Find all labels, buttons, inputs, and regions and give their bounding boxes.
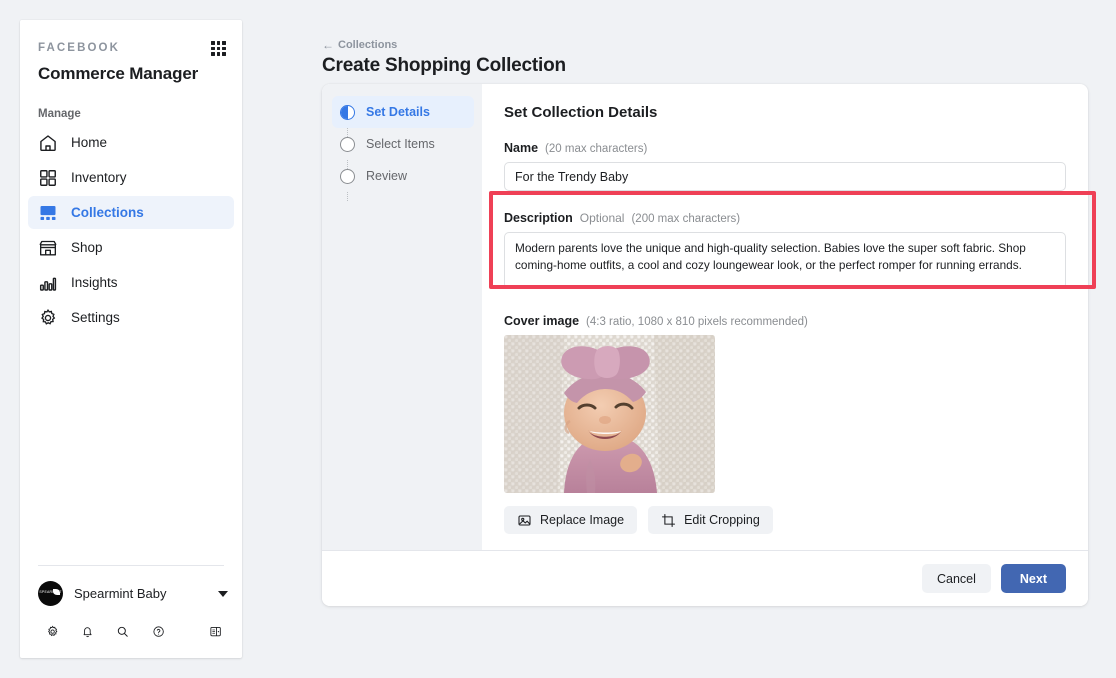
sidebar-header: FACEBOOK Commerce Manager bbox=[20, 20, 242, 84]
name-label: Name bbox=[504, 141, 539, 155]
replace-image-label: Replace Image bbox=[540, 513, 625, 527]
avatar: SPEARMINT bbox=[38, 581, 63, 606]
sidebar-item-label: Collections bbox=[71, 205, 144, 220]
description-hint: (200 max characters) bbox=[631, 213, 741, 225]
sidebar-item-label: Home bbox=[71, 135, 108, 150]
sidebar-divider bbox=[38, 565, 224, 566]
panel-toggle-icon[interactable] bbox=[209, 625, 222, 644]
page-app-title: Commerce Manager bbox=[38, 64, 199, 83]
step-status-icon-empty bbox=[340, 136, 355, 152]
sidebar-item-home[interactable]: Home bbox=[28, 126, 234, 159]
help-icon[interactable] bbox=[152, 625, 165, 644]
edit-cropping-button[interactable]: Edit Cropping bbox=[648, 506, 773, 534]
sidebar-section-label: Manage bbox=[38, 108, 81, 120]
step-review[interactable]: Review bbox=[332, 160, 474, 192]
cover-image-field-label: Cover image (4:3 ratio, 1080 x 810 pixel… bbox=[504, 314, 1066, 328]
main-content: ← Collections Create Shopping Collection… bbox=[242, 0, 1116, 678]
name-input[interactable] bbox=[504, 162, 1066, 191]
image-icon bbox=[517, 513, 532, 528]
sidebar-item-label: Settings bbox=[71, 310, 120, 325]
step-status-icon-half bbox=[340, 104, 355, 120]
breadcrumb[interactable]: ← Collections bbox=[322, 39, 397, 51]
set-details-panel: Set Collection Details Name (20 max char… bbox=[482, 84, 1088, 606]
name-hint: (20 max characters) bbox=[545, 143, 648, 155]
sidebar-item-inventory[interactable]: Inventory bbox=[28, 161, 234, 194]
card-footer: Cancel Next bbox=[322, 550, 1088, 606]
account-name: Spearmint Baby bbox=[74, 586, 167, 601]
account-switcher[interactable]: SPEARMINT Spearmint Baby bbox=[38, 581, 228, 606]
sidebar-tools bbox=[46, 625, 222, 644]
sidebar-item-label: Shop bbox=[71, 240, 103, 255]
cancel-button[interactable]: Cancel bbox=[921, 564, 991, 593]
step-label: Review bbox=[366, 169, 407, 183]
page-title: Create Shopping Collection bbox=[322, 55, 566, 76]
step-set-details[interactable]: Set Details bbox=[332, 96, 474, 128]
description-optional: Optional bbox=[579, 211, 625, 225]
sidebar-item-settings[interactable]: Settings bbox=[28, 301, 234, 334]
panel-title: Set Collection Details bbox=[504, 104, 658, 121]
next-button[interactable]: Next bbox=[1000, 564, 1066, 593]
cover-image-preview bbox=[504, 335, 715, 493]
sidebar-item-insights[interactable]: Insights bbox=[28, 266, 234, 299]
sidebar-item-label: Insights bbox=[71, 275, 118, 290]
collections-icon bbox=[38, 203, 58, 223]
facebook-wordmark: FACEBOOK bbox=[38, 42, 120, 54]
app-grid-icon[interactable] bbox=[211, 41, 226, 56]
sidebar-item-collections[interactable]: Collections bbox=[28, 196, 234, 229]
step-label: Set Details bbox=[366, 105, 430, 119]
sidebar-item-shop[interactable]: Shop bbox=[28, 231, 234, 264]
replace-image-button[interactable]: Replace Image bbox=[504, 506, 638, 534]
cover-image-actions: Replace Image Edit Cropping bbox=[504, 506, 1066, 534]
crop-icon bbox=[661, 513, 676, 528]
baby-photo bbox=[504, 335, 715, 493]
step-label: Select Items bbox=[366, 137, 435, 151]
cover-image-hint: (4:3 ratio, 1080 x 810 pixels recommende… bbox=[586, 316, 808, 328]
breadcrumb-label: Collections bbox=[338, 39, 398, 51]
home-icon bbox=[38, 133, 58, 153]
sidebar-item-label: Inventory bbox=[71, 170, 127, 185]
storefront-icon bbox=[38, 238, 58, 258]
cover-image-label: Cover image bbox=[504, 314, 580, 328]
description-textarea[interactable]: Modern parents love the unique and high-… bbox=[504, 232, 1066, 289]
gear-icon bbox=[38, 308, 58, 328]
edit-cropping-label: Edit Cropping bbox=[684, 513, 760, 527]
bar-chart-icon bbox=[38, 273, 58, 293]
search-icon[interactable] bbox=[116, 625, 129, 644]
sidebar-nav: Home Inventory Collections Shop Insights… bbox=[20, 126, 242, 334]
step-navigation: Set Details Select Items Review bbox=[322, 84, 482, 606]
bell-icon[interactable] bbox=[81, 625, 94, 644]
name-field-label: Name (20 max characters) bbox=[504, 141, 1066, 155]
step-status-icon-empty bbox=[340, 168, 355, 184]
inventory-grid-icon bbox=[38, 168, 58, 188]
chevron-down-icon[interactable] bbox=[218, 590, 228, 597]
sidebar: FACEBOOK Commerce Manager Manage Home In… bbox=[20, 20, 242, 658]
gear-icon[interactable] bbox=[46, 625, 59, 644]
back-arrow-icon: ← bbox=[322, 38, 334, 52]
create-collection-card: Set Details Select Items Review Set Coll… bbox=[322, 84, 1088, 606]
description-label: Description bbox=[504, 211, 573, 225]
description-field-label: Description Optional (200 max characters… bbox=[504, 211, 1066, 225]
step-select-items[interactable]: Select Items bbox=[332, 128, 474, 160]
